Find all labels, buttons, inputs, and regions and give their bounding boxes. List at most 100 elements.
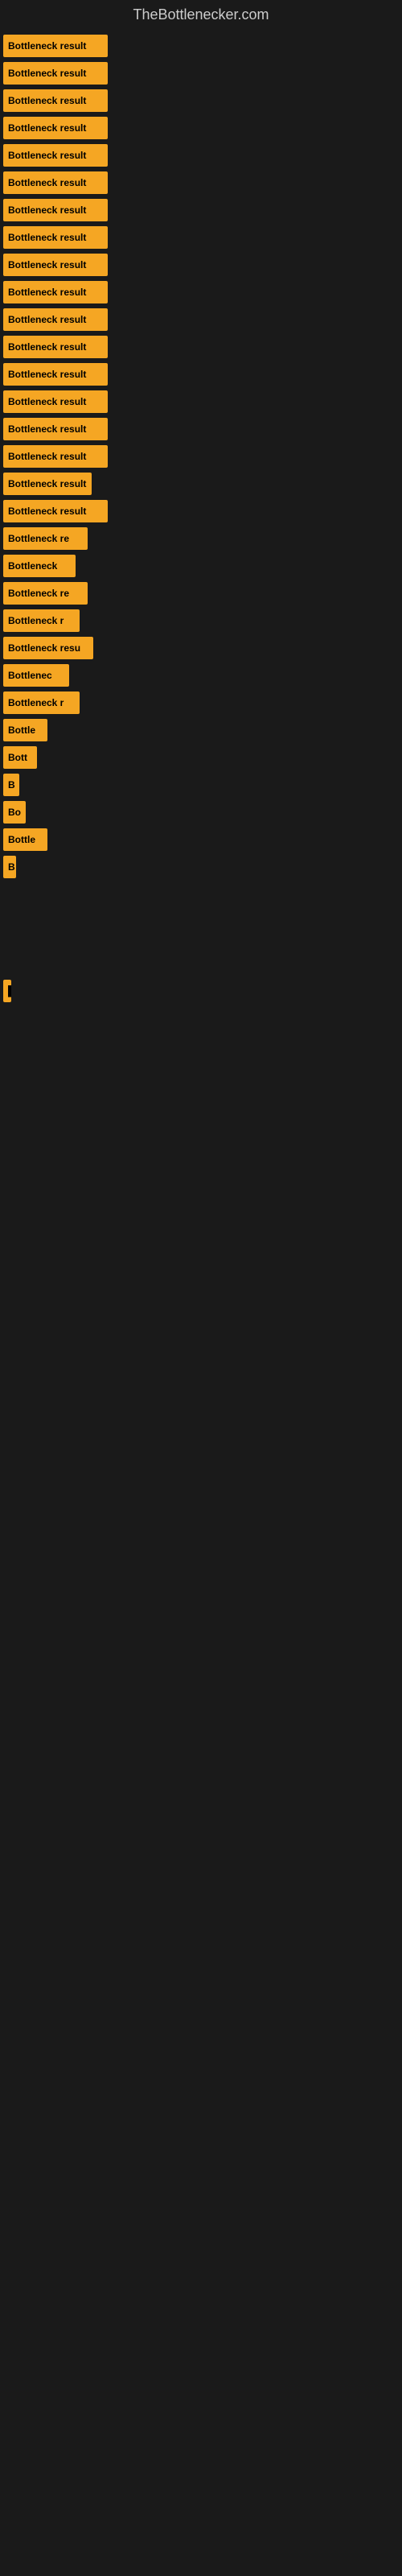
- bar-row: [0, 883, 402, 910]
- bottleneck-bar: Bottleneck result: [3, 62, 108, 85]
- bar-label: Bottleneck result: [8, 204, 86, 216]
- bottleneck-bar: Bott: [3, 746, 37, 769]
- bottleneck-bar: Bottleneck result: [3, 500, 108, 522]
- bar-label: Bott: [8, 752, 27, 763]
- bar-row: [0, 1136, 402, 1163]
- bar-row: [0, 1071, 402, 1099]
- bar-label: Bottleneck result: [8, 396, 86, 407]
- bar-label: Bottleneck result: [8, 40, 86, 52]
- bar-row: Bottleneck result: [0, 500, 402, 522]
- bottleneck-bar: Bottleneck result: [3, 418, 108, 440]
- bar-label: Bottleneck resu: [8, 642, 80, 654]
- bar-label: Bottleneck r: [8, 615, 64, 626]
- bar-label: Bottle: [8, 724, 35, 736]
- bar-row: Bottleneck result: [0, 308, 402, 331]
- bottleneck-bar: Bottleneck: [3, 555, 76, 577]
- bar-row: Bo: [0, 801, 402, 824]
- bottleneck-bar: Bottleneck result: [3, 281, 108, 303]
- bar-row: Bottleneck result: [0, 35, 402, 57]
- bar-label: Bottleneck: [8, 560, 57, 572]
- bottleneck-bar: Bottleneck result: [3, 308, 108, 331]
- bar-row: Bottleneck result: [0, 418, 402, 440]
- bar-label: ▌: [8, 985, 11, 997]
- bar-row: Bottleneck result: [0, 281, 402, 303]
- bar-label: Bottleneck result: [8, 150, 86, 161]
- bar-row: Bottleneck result: [0, 117, 402, 139]
- bar-row: Bottleneck result: [0, 226, 402, 249]
- bottleneck-bar: Bottleneck result: [3, 445, 108, 468]
- bar-label: B: [8, 861, 15, 873]
- bar-row: Bottleneck result: [0, 62, 402, 85]
- bar-row: Bottleneck result: [0, 144, 402, 167]
- bottleneck-bar: Bottleneck r: [3, 609, 80, 632]
- bottleneck-bar: Bottleneck r: [3, 691, 80, 714]
- bar-label: Bottleneck result: [8, 232, 86, 243]
- bottleneck-bar: Bottleneck result: [3, 363, 108, 386]
- bar-label: Bottleneck r: [8, 697, 64, 708]
- bars-container: Bottleneck result Bottleneck result Bottle…: [0, 27, 402, 1163]
- bar-label: Bottleneck result: [8, 177, 86, 188]
- bar-label: B: [8, 779, 15, 791]
- bar-row: [0, 947, 402, 975]
- bar-row: Bottleneck result: [0, 336, 402, 358]
- bar-row: [0, 1104, 402, 1131]
- bottleneck-bar: Bottleneck result: [3, 390, 108, 413]
- bottleneck-bar: Bottleneck result: [3, 144, 108, 167]
- bottleneck-bar: Bottleneck result: [3, 199, 108, 221]
- bar-label: Bottleneck re: [8, 588, 69, 599]
- bar-row: Bottleneck result: [0, 254, 402, 276]
- bar-row: Bottleneck r: [0, 609, 402, 632]
- bar-label: Bottleneck result: [8, 369, 86, 380]
- bar-row: Bottleneck: [0, 555, 402, 577]
- bottleneck-bar: Bottleneck result: [3, 254, 108, 276]
- bar-row: ▌: [0, 980, 402, 1002]
- bar-label: Bottleneck result: [8, 122, 86, 134]
- bottleneck-bar: Bo: [3, 801, 26, 824]
- bar-label: Bottleneck re: [8, 533, 69, 544]
- bar-row: Bottleneck result: [0, 89, 402, 112]
- bar-label: Bottleneck result: [8, 451, 86, 462]
- site-title: TheBottlenecker.com: [0, 0, 402, 27]
- bar-row: Bottleneck result: [0, 199, 402, 221]
- bottleneck-bar: Bottle: [3, 719, 47, 741]
- bottleneck-bar: Bottleneck result: [3, 89, 108, 112]
- bar-label: Bottleneck result: [8, 95, 86, 106]
- bottleneck-bar: Bottlenec: [3, 664, 69, 687]
- bottleneck-bar: Bottleneck result: [3, 226, 108, 249]
- bar-label: Bottleneck result: [8, 506, 86, 517]
- bottleneck-bar: B: [3, 774, 19, 796]
- bar-label: Bottleneck result: [8, 423, 86, 435]
- bar-row: B: [0, 856, 402, 878]
- bar-row: [0, 1039, 402, 1067]
- bottleneck-bar: B: [3, 856, 16, 878]
- bottleneck-bar: Bottleneck re: [3, 582, 88, 605]
- bar-row: B: [0, 774, 402, 796]
- bottleneck-bar: ▌: [3, 980, 11, 1002]
- bar-row: Bott: [0, 746, 402, 769]
- bottleneck-bar: Bottleneck result: [3, 35, 108, 57]
- bar-row: Bottleneck r: [0, 691, 402, 714]
- bar-row: Bottle: [0, 719, 402, 741]
- bar-row: [0, 1007, 402, 1034]
- bar-row: Bottleneck re: [0, 527, 402, 550]
- bar-label: Bottleneck result: [8, 314, 86, 325]
- bar-row: Bottleneck result: [0, 390, 402, 413]
- bar-label: Bottleneck result: [8, 287, 86, 298]
- bar-row: Bottleneck resu: [0, 637, 402, 659]
- bottleneck-bar: Bottleneck result: [3, 336, 108, 358]
- bar-label: Bottleneck result: [8, 259, 86, 270]
- bottleneck-bar: Bottle: [3, 828, 47, 851]
- bar-row: Bottle: [0, 828, 402, 851]
- bar-row: Bottleneck result: [0, 473, 402, 495]
- bar-row: Bottleneck result: [0, 445, 402, 468]
- bottleneck-bar: Bottleneck result: [3, 171, 108, 194]
- bar-row: [0, 915, 402, 943]
- bottleneck-bar: Bottleneck result: [3, 117, 108, 139]
- bottleneck-bar: Bottleneck result: [3, 473, 92, 495]
- bar-label: Bottle: [8, 834, 35, 845]
- bar-label: Bottleneck result: [8, 478, 86, 489]
- bottleneck-bar: Bottleneck resu: [3, 637, 93, 659]
- bar-row: Bottleneck re: [0, 582, 402, 605]
- bar-label: Bottleneck result: [8, 68, 86, 79]
- bottleneck-bar: Bottleneck re: [3, 527, 88, 550]
